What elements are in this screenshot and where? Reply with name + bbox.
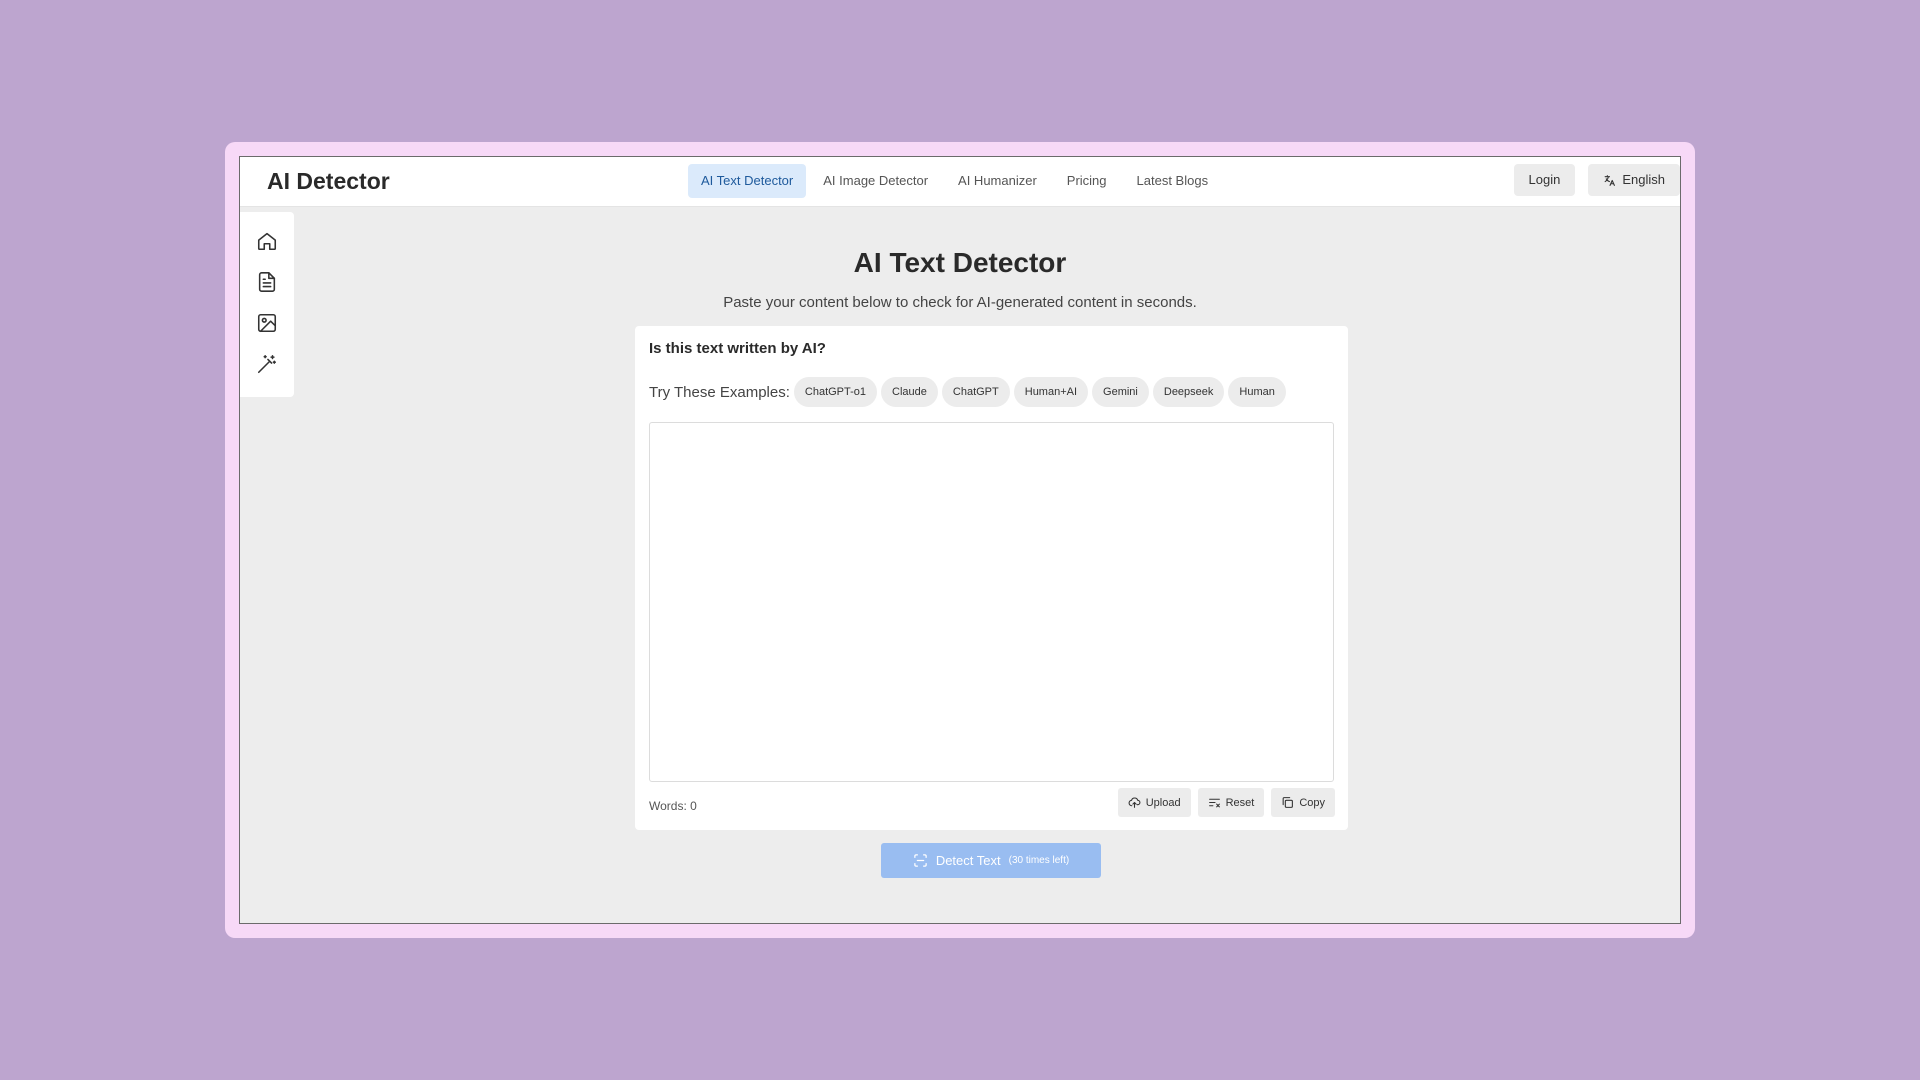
page-title: AI Text Detector	[853, 247, 1067, 278]
brand-logo[interactable]: AI Detector	[267, 168, 390, 195]
tab-ai-text-detector[interactable]: AI Text Detector	[688, 164, 807, 198]
list-reset-icon	[1208, 796, 1221, 809]
login-label: Login	[1528, 172, 1561, 187]
tab-ai-image-detector[interactable]: AI Image Detector	[810, 164, 941, 198]
editor-toolbar: Upload Reset Copy	[1117, 788, 1335, 817]
detect-label: Detect Text	[935, 853, 1001, 868]
main-nav: AI Text Detector AI Image Detector AI Hu…	[688, 164, 1221, 198]
magic-wand-icon[interactable]	[256, 353, 278, 375]
example-chip-chatgpt[interactable]: ChatGPT	[941, 377, 1010, 407]
examples-label: Try These Examples:	[649, 383, 790, 401]
example-chip-chatgpt-o1[interactable]: ChatGPT-o1	[793, 377, 878, 407]
card-question: Is this text written by AI?	[649, 340, 826, 357]
language-label: English	[1622, 172, 1665, 187]
reset-label: Reset	[1225, 796, 1255, 809]
copy-button[interactable]: Copy	[1271, 788, 1335, 817]
translate-icon	[1603, 174, 1616, 187]
upload-label: Upload	[1145, 796, 1181, 809]
login-button[interactable]: Login	[1513, 164, 1576, 196]
example-chip-human[interactable]: Human	[1228, 377, 1286, 407]
text-input-area[interactable]	[649, 422, 1334, 782]
app-window: AI Detector AI Text Detector AI Image De…	[239, 156, 1681, 924]
example-chip-deepseek[interactable]: Deepseek	[1152, 377, 1225, 407]
example-chip-gemini[interactable]: Gemini	[1092, 377, 1149, 407]
language-button[interactable]: English	[1588, 164, 1680, 196]
page-subtitle: Paste your content below to check for AI…	[723, 294, 1197, 311]
top-navbar: AI Detector AI Text Detector AI Image De…	[240, 157, 1680, 207]
word-count: Words: 0	[649, 799, 697, 813]
scan-icon	[913, 853, 928, 868]
tab-ai-humanizer[interactable]: AI Humanizer	[945, 164, 1050, 198]
detect-remaining: (30 times left)	[1008, 855, 1070, 866]
reset-button[interactable]: Reset	[1197, 788, 1265, 817]
cloud-upload-icon	[1128, 796, 1141, 809]
upload-button[interactable]: Upload	[1117, 788, 1191, 817]
image-icon[interactable]	[256, 312, 278, 334]
examples-row: Try These Examples: ChatGPT-o1 Claude Ch…	[649, 377, 1286, 407]
example-chip-human-ai[interactable]: Human+AI	[1013, 377, 1089, 407]
copy-label: Copy	[1299, 796, 1325, 809]
browser-frame: AI Detector AI Text Detector AI Image De…	[225, 142, 1695, 938]
copy-icon	[1281, 796, 1294, 809]
tab-pricing[interactable]: Pricing	[1054, 164, 1120, 198]
detect-text-button[interactable]: Detect Text (30 times left)	[881, 843, 1101, 878]
detector-card: Is this text written by AI? Try These Ex…	[635, 326, 1348, 830]
auth-controls: Login English	[1513, 164, 1680, 196]
example-chip-claude[interactable]: Claude	[881, 377, 938, 407]
tab-latest-blogs[interactable]: Latest Blogs	[1124, 164, 1222, 198]
